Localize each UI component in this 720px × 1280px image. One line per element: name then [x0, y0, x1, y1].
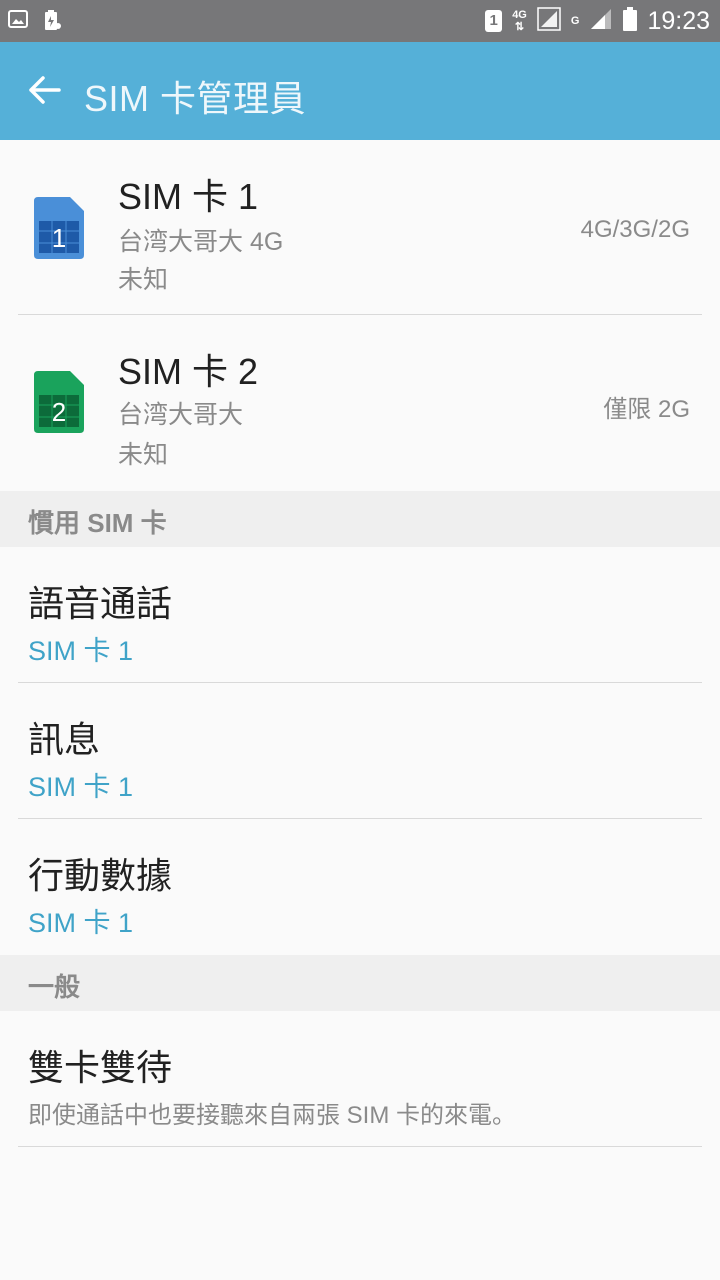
sim-card-1-carrier: 台湾大哥大 4G — [118, 228, 284, 256]
arrow-left-icon — [29, 76, 61, 104]
mobile-data-setting[interactable]: 行動數據 SIM 卡 1 — [0, 819, 720, 955]
sim-card-2-icon: 2 — [34, 371, 84, 433]
dual-standby-title: 雙卡雙待 — [28, 1047, 173, 1088]
section-header-label: 一般 — [28, 972, 81, 1002]
status-left-icons — [8, 9, 62, 35]
messages-title: 訊息 — [28, 719, 101, 760]
status-right-icons: 1 4G ⇅ G 19:23 — [485, 4, 710, 38]
mobile-data-value: SIM 卡 1 — [28, 908, 134, 938]
dual-standby-setting[interactable]: 雙卡雙待 即使通話中也要接聽來自兩張 SIM 卡的來電。 — [0, 1011, 720, 1147]
battery-saver-icon — [42, 9, 62, 35]
sim-card-1-icon: 1 — [34, 197, 84, 259]
dual-standby-description: 即使通話中也要接聽來自兩張 SIM 卡的來電。 — [28, 1102, 517, 1129]
back-button[interactable] — [20, 66, 68, 114]
sim-card-1-network-mode: 4G/3G/2G — [580, 216, 690, 243]
battery-icon — [623, 7, 638, 35]
sim-card-2-carrier: 台湾大哥大 — [118, 401, 244, 429]
sim-1-icon: 1 — [485, 10, 503, 32]
network-4g-label: 4G ⇅ — [512, 9, 527, 33]
voice-call-value: SIM 卡 1 — [28, 636, 134, 666]
sim-card-2-name: SIM 卡 2 — [118, 351, 259, 392]
section-header-preferred-sim: 慣用 SIM 卡 — [0, 491, 720, 547]
network-g-label: G — [570, 15, 580, 27]
section-header-general: 一般 — [0, 955, 720, 1011]
voice-call-title: 語音通話 — [28, 583, 173, 624]
sim-card-2-network-mode: 僅限 2G — [603, 396, 690, 423]
sim-card-1-name: SIM 卡 1 — [118, 176, 259, 217]
sim-card-1-badge: 1 — [52, 223, 66, 253]
messages-setting[interactable]: 訊息 SIM 卡 1 — [0, 683, 720, 819]
sim-card-2-row[interactable]: 2 SIM 卡 2 台湾大哥大 未知 僅限 2G — [0, 315, 720, 490]
clock: 19:23 — [647, 6, 710, 35]
status-bar: 1 4G ⇅ G 19:23 — [0, 0, 720, 42]
mobile-data-title: 行動數據 — [28, 855, 173, 896]
signal-icon — [537, 7, 561, 35]
divider — [18, 1146, 702, 1147]
voice-call-setting[interactable]: 語音通話 SIM 卡 1 — [0, 547, 720, 683]
network-4g-text: 4G — [512, 9, 527, 21]
messages-value: SIM 卡 1 — [28, 772, 134, 802]
sim-card-1-status: 未知 — [118, 266, 169, 294]
section-header-label: 慣用 SIM 卡 — [28, 508, 167, 538]
gallery-icon — [8, 9, 28, 35]
app-bar: SIM 卡管理員 — [0, 42, 720, 140]
signal-icon — [589, 7, 613, 35]
sim-card-1-row[interactable]: 1 SIM 卡 1 台湾大哥大 4G 未知 4G/3G/2G — [0, 142, 720, 314]
page-title: SIM 卡管理員 — [84, 78, 307, 119]
sim-card-2-badge: 2 — [52, 397, 66, 427]
sim-card-2-status: 未知 — [118, 441, 169, 469]
